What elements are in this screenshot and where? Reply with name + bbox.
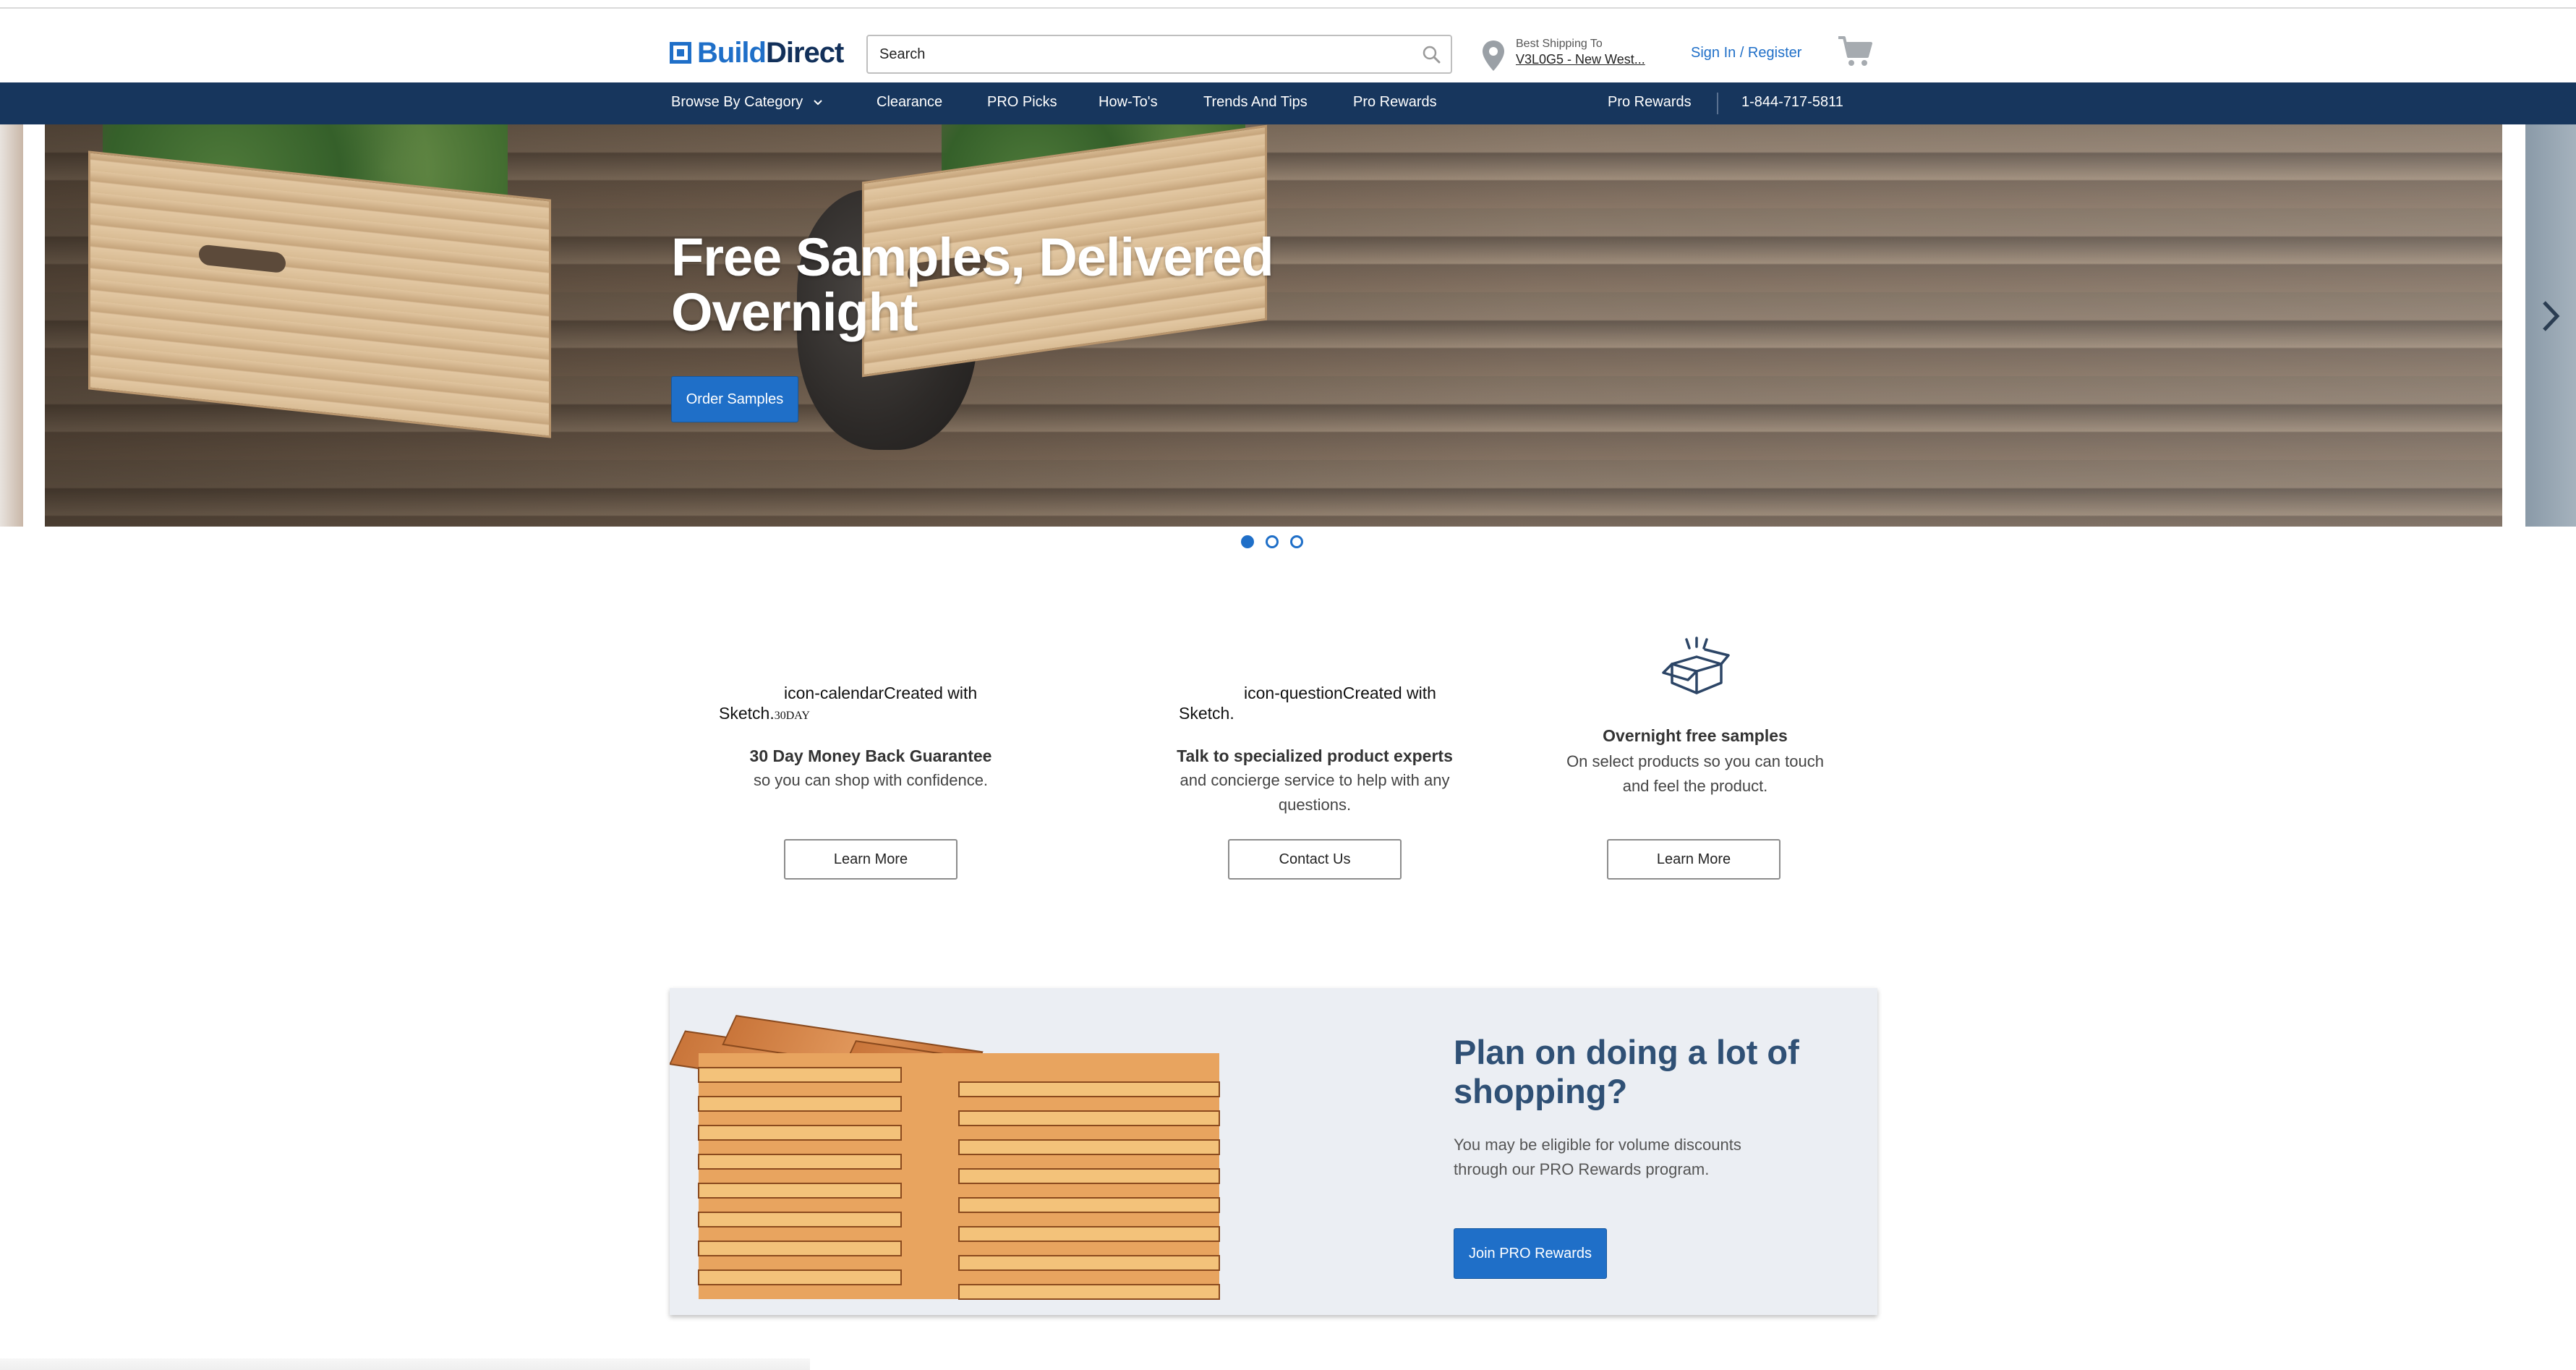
- chevron-right-icon[interactable]: [2540, 298, 2562, 334]
- site-header: BuildDirect Best Shipping To V3L0G5 - Ne…: [0, 9, 2576, 82]
- top-border: [0, 0, 2576, 9]
- chevron-down-icon: [814, 100, 822, 106]
- experts-title: Talk to specialized product experts: [1177, 746, 1453, 765]
- wood-planks-image: [670, 1015, 1220, 1300]
- sign-in-register-link[interactable]: Sign In / Register: [1691, 45, 1801, 61]
- search-box: [866, 35, 1452, 74]
- nav-right-pro-rewards[interactable]: Pro Rewards: [1608, 94, 1692, 111]
- learn-more-guarantee-button[interactable]: Learn More: [784, 839, 958, 880]
- main-nav: Browse By Category Clearance PRO Picks H…: [0, 82, 2576, 124]
- nav-divider: [1717, 93, 1718, 114]
- nav-pro-rewards[interactable]: Pro Rewards: [1353, 94, 1437, 111]
- builddirect-logo[interactable]: BuildDirect: [670, 36, 844, 69]
- hero-title: Free Samples, Delivered Overnight: [671, 227, 1274, 342]
- carousel-dots: [1241, 535, 1306, 551]
- promo-title: Plan on doing a lot of shopping?: [1454, 1033, 1799, 1110]
- learn-more-samples-button[interactable]: Learn More: [1607, 839, 1780, 880]
- join-pro-rewards-button[interactable]: Join PRO Rewards: [1454, 1228, 1607, 1279]
- location-pin-icon: [1483, 41, 1504, 71]
- order-samples-button[interactable]: Order Samples: [671, 376, 798, 422]
- search-icon[interactable]: [1422, 45, 1441, 64]
- nav-trends-and-tips[interactable]: Trends And Tips: [1203, 94, 1308, 111]
- carousel-dot-2[interactable]: [1266, 535, 1279, 548]
- shipping-label: Best Shipping To: [1516, 38, 1603, 50]
- question-icon: icon-questionCreated with Sketch.: [1179, 684, 1436, 723]
- hero-carousel: Free Samples, Delivered Overnight Order …: [0, 124, 2576, 527]
- overnight-samples-title: Overnight free samples: [1603, 726, 1788, 745]
- contact-us-button[interactable]: Contact Us: [1228, 839, 1402, 880]
- wooden-crate-image: [88, 150, 551, 438]
- carousel-dot-3[interactable]: [1290, 535, 1303, 548]
- money-back-text: so you can shop with confidence.: [753, 771, 989, 789]
- carousel-dot-1[interactable]: [1241, 535, 1254, 548]
- nav-how-tos[interactable]: How-To's: [1099, 94, 1158, 111]
- nav-browse-label: Browse By Category: [671, 94, 803, 110]
- logo-text: BuildDirect: [697, 36, 844, 69]
- cart-icon[interactable]: [1837, 35, 1873, 68]
- experts-text: and concierge service to help with any q…: [1180, 771, 1450, 814]
- previous-slide-peek[interactable]: [0, 124, 23, 527]
- calendar-icon: icon-calendarCreated with Sketch.30DAY: [719, 684, 978, 723]
- shipping-postal-link[interactable]: V3L0G5 - New West...: [1516, 52, 1645, 67]
- nav-clearance[interactable]: Clearance: [877, 94, 942, 111]
- money-back-title: 30 Day Money Back Guarantee: [749, 746, 992, 765]
- overnight-samples-text: On select products so you can touch and …: [1566, 752, 1824, 795]
- nav-pro-picks[interactable]: PRO Picks: [987, 94, 1057, 111]
- pro-rewards-promo: Plan on doing a lot of shopping? You may…: [670, 988, 1877, 1315]
- open-box-icon: [1662, 637, 1730, 694]
- promo-text: You may be eligible for volume discounts…: [1454, 1136, 1741, 1178]
- nav-browse-by-category[interactable]: Browse By Category: [671, 94, 823, 111]
- nav-phone-number[interactable]: 1-844-717-5811: [1741, 94, 1843, 111]
- search-input[interactable]: [868, 36, 1389, 72]
- logo-mark-icon: [670, 42, 691, 64]
- footer-edge: [0, 1358, 810, 1370]
